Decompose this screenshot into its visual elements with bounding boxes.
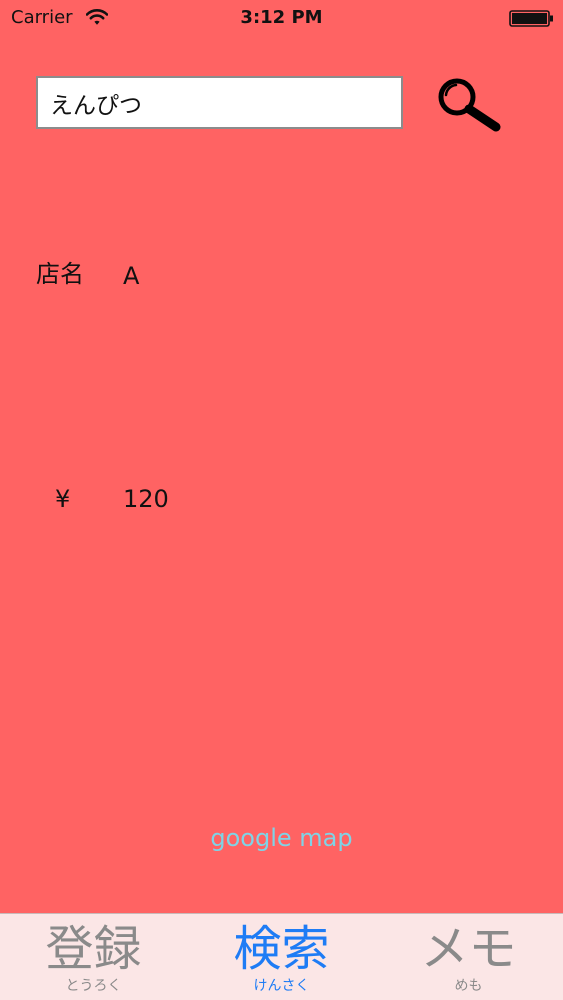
tab-memo-reading: めも xyxy=(454,978,483,994)
tab-register[interactable]: 登録 とうろく xyxy=(0,914,187,1000)
status-time: 3:12 PM xyxy=(240,7,323,28)
tab-search-reading: けんさく xyxy=(253,978,310,994)
price-value: 120 xyxy=(123,485,169,513)
shop-name-label: 店名 xyxy=(36,260,84,288)
google-map-link[interactable]: google map xyxy=(0,824,563,852)
tab-bar: 登録 とうろく 検索 けんさく メモ めも xyxy=(0,913,563,1000)
tab-search-label: 検索 xyxy=(233,921,330,977)
status-bar: Carrier 3:12 PM xyxy=(0,0,563,36)
shop-name-value: A xyxy=(123,262,140,290)
tab-register-label: 登録 xyxy=(45,921,142,977)
tab-memo-label: メモ xyxy=(420,921,517,977)
search-input[interactable] xyxy=(36,76,403,129)
battery-icon xyxy=(509,10,553,27)
magnifier-icon xyxy=(438,78,501,132)
tab-memo[interactable]: メモ めも xyxy=(375,914,562,1000)
search-button[interactable] xyxy=(432,75,504,135)
tab-search[interactable]: 検索 けんさく xyxy=(188,914,375,1000)
tab-register-reading: とうろく xyxy=(65,978,122,994)
currency-symbol: ¥ xyxy=(55,485,71,513)
